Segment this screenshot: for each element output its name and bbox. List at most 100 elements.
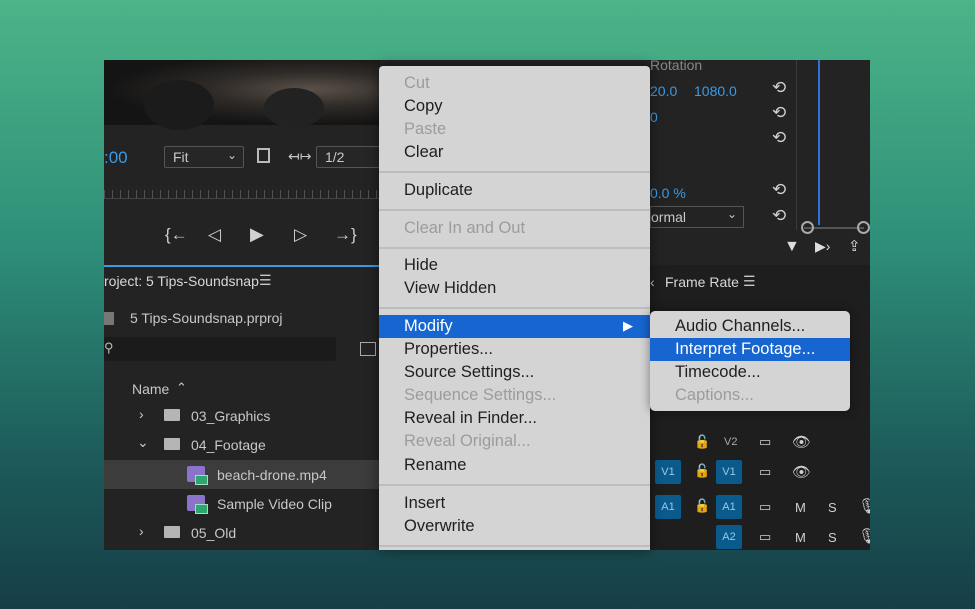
menu-item-view-hidden[interactable]: View Hidden bbox=[404, 279, 496, 298]
lock-icon[interactable]: 🔓 bbox=[694, 463, 710, 479]
track-label[interactable]: V2 bbox=[724, 436, 737, 448]
column-header-name[interactable]: Name ⌃ bbox=[104, 378, 380, 400]
toggle-output-icon[interactable]: ▭ bbox=[759, 464, 771, 480]
time-ruler[interactable] bbox=[104, 190, 380, 198]
reset-icon[interactable]: ⟲ bbox=[772, 180, 786, 200]
menu-item-overwrite[interactable]: Overwrite bbox=[404, 517, 475, 536]
menu-item-source-settings[interactable]: Source Settings... bbox=[404, 363, 534, 382]
scroll-handle-right[interactable] bbox=[857, 221, 870, 234]
property-value[interactable]: 0 bbox=[650, 109, 658, 125]
project-panel-title[interactable]: roject: 5 Tips-Soundsnap bbox=[104, 273, 259, 289]
submenu-item-audio-channels[interactable]: Audio Channels... bbox=[675, 317, 805, 336]
lock-icon[interactable]: 🔓 bbox=[694, 498, 710, 514]
chevron-right-icon[interactable]: › bbox=[139, 523, 144, 539]
search-input[interactable]: ⚲ bbox=[104, 337, 336, 361]
export-icon[interactable]: ⇪ bbox=[848, 237, 861, 255]
eye-icon[interactable]: 👁 bbox=[792, 463, 811, 481]
track-target-button[interactable]: A2 bbox=[716, 525, 742, 549]
menu-item-hide[interactable]: Hide bbox=[404, 256, 438, 275]
blend-mode-dropdown[interactable]: ormal ⌄ bbox=[650, 206, 744, 228]
list-item[interactable]: › 05_Old bbox=[104, 518, 380, 547]
item-label: 03_Graphics bbox=[191, 408, 271, 424]
effect-controls-panel: Rotation 20.0 1080.0 0 0.0 % ormal ⌄ bbox=[650, 60, 870, 260]
reset-icon[interactable]: ⟲ bbox=[772, 78, 786, 98]
new-bin-search-icon[interactable] bbox=[360, 342, 376, 356]
menu-item-duplicate[interactable]: Duplicate bbox=[404, 181, 473, 200]
microphone-icon[interactable]: 🎙 bbox=[858, 527, 870, 545]
item-label: 05_Old bbox=[191, 525, 237, 541]
project-file-name: 5 Tips-Soundsnap.prproj bbox=[130, 310, 283, 326]
item-label: Sample Video Clip bbox=[217, 496, 332, 512]
video-clip-icon bbox=[187, 466, 208, 485]
menu-item-modify[interactable]: Modify bbox=[404, 317, 453, 336]
menu-separator bbox=[379, 484, 650, 486]
menu-item-properties[interactable]: Properties... bbox=[404, 340, 493, 359]
settings-panel-icon[interactable] bbox=[257, 148, 270, 163]
list-item[interactable]: › 03_Graphics bbox=[104, 401, 380, 430]
step-back-icon[interactable]: ◁ bbox=[208, 225, 221, 245]
anchor-y-value[interactable]: 1080.0 bbox=[694, 83, 737, 99]
submenu-item-timecode[interactable]: Timecode... bbox=[675, 363, 761, 382]
source-patch-button[interactable]: A1 bbox=[655, 495, 681, 519]
eye-icon[interactable]: 👁 bbox=[792, 433, 811, 451]
column-frame-rate[interactable]: Frame Rate bbox=[665, 274, 739, 290]
submenu-item-interpret-footage[interactable]: Interpret Footage... bbox=[675, 340, 815, 359]
list-item[interactable]: Sample Video Clip bbox=[104, 489, 380, 518]
menu-item-paste: Paste bbox=[404, 120, 447, 138]
submenu-item-captions: Captions... bbox=[675, 386, 754, 404]
menu-item-reveal-original: Reveal Original... bbox=[404, 432, 531, 450]
chevron-left-icon[interactable]: ‹ bbox=[650, 274, 655, 290]
zoom-fit-dropdown[interactable]: Fit ⌄ bbox=[164, 146, 244, 168]
menu-item-clear[interactable]: Clear bbox=[404, 143, 443, 162]
insert-arrows-icon[interactable]: ↤↦ bbox=[288, 148, 311, 165]
reset-icon[interactable]: ⟲ bbox=[772, 128, 786, 148]
mute-button[interactable]: M bbox=[795, 500, 806, 515]
menu-item-cut: Cut bbox=[404, 74, 430, 92]
microphone-icon[interactable]: 🎙 bbox=[858, 497, 870, 515]
resolution-value: 1/2 bbox=[325, 149, 345, 165]
ec-playhead bbox=[818, 60, 820, 225]
anchor-x-value[interactable]: 20.0 bbox=[650, 83, 677, 99]
playhead-timecode[interactable]: :00 bbox=[104, 148, 128, 168]
step-forward-icon[interactable]: ▷ bbox=[294, 225, 307, 245]
reset-icon[interactable]: ⟲ bbox=[772, 103, 786, 123]
scroll-handle-left[interactable] bbox=[801, 221, 814, 234]
menu-separator bbox=[379, 171, 650, 173]
video-preview bbox=[104, 60, 380, 130]
panel-menu-icon[interactable]: ☰ bbox=[259, 272, 272, 289]
play-audio-icon[interactable]: ▶› bbox=[815, 238, 830, 255]
mute-button[interactable]: M bbox=[795, 530, 806, 545]
modify-submenu: Audio Channels... Interpret Footage... T… bbox=[650, 311, 850, 411]
chevron-down-icon[interactable]: ⌄ bbox=[137, 434, 149, 451]
menu-item-copy[interactable]: Copy bbox=[404, 97, 443, 116]
opacity-value[interactable]: 0.0 % bbox=[650, 185, 686, 201]
menu-item-reveal-in-finder[interactable]: Reveal in Finder... bbox=[404, 409, 537, 428]
list-item[interactable]: beach-drone.mp4 bbox=[104, 460, 380, 489]
track-target-button[interactable]: V1 bbox=[716, 460, 742, 484]
mark-in-icon[interactable]: {← bbox=[165, 225, 188, 245]
panel-menu-icon[interactable]: ☰ bbox=[743, 273, 756, 290]
toggle-output-icon[interactable]: ▭ bbox=[759, 434, 771, 450]
play-icon[interactable]: ▶ bbox=[250, 224, 264, 245]
sort-ascending-icon: ⌃ bbox=[176, 380, 187, 395]
resolution-dropdown[interactable]: 1/2 bbox=[316, 146, 380, 168]
chevron-down-icon: ⌄ bbox=[726, 207, 737, 221]
list-item[interactable]: ⌄ 04_Footage bbox=[104, 430, 380, 459]
ruler-divider bbox=[104, 198, 380, 199]
solo-button[interactable]: S bbox=[828, 500, 837, 515]
item-label: 04_Footage bbox=[191, 437, 266, 453]
reset-icon[interactable]: ⟲ bbox=[772, 206, 786, 226]
menu-item-insert[interactable]: Insert bbox=[404, 494, 445, 513]
source-patch-button[interactable]: V1 bbox=[655, 460, 681, 484]
blend-mode-value: ormal bbox=[651, 209, 687, 225]
solo-button[interactable]: S bbox=[828, 530, 837, 545]
go-to-out-icon[interactable]: →} bbox=[334, 225, 357, 245]
chevron-right-icon[interactable]: › bbox=[139, 406, 144, 422]
filter-icon[interactable]: ▼ bbox=[784, 238, 800, 256]
toggle-sync-icon[interactable]: ▭ bbox=[759, 499, 771, 515]
track-target-button[interactable]: A1 bbox=[716, 495, 742, 519]
panel-focus-line bbox=[104, 265, 380, 267]
menu-item-rename[interactable]: Rename bbox=[404, 456, 466, 475]
toggle-sync-icon[interactable]: ▭ bbox=[759, 529, 771, 545]
lock-icon[interactable]: 🔓 bbox=[694, 434, 710, 450]
